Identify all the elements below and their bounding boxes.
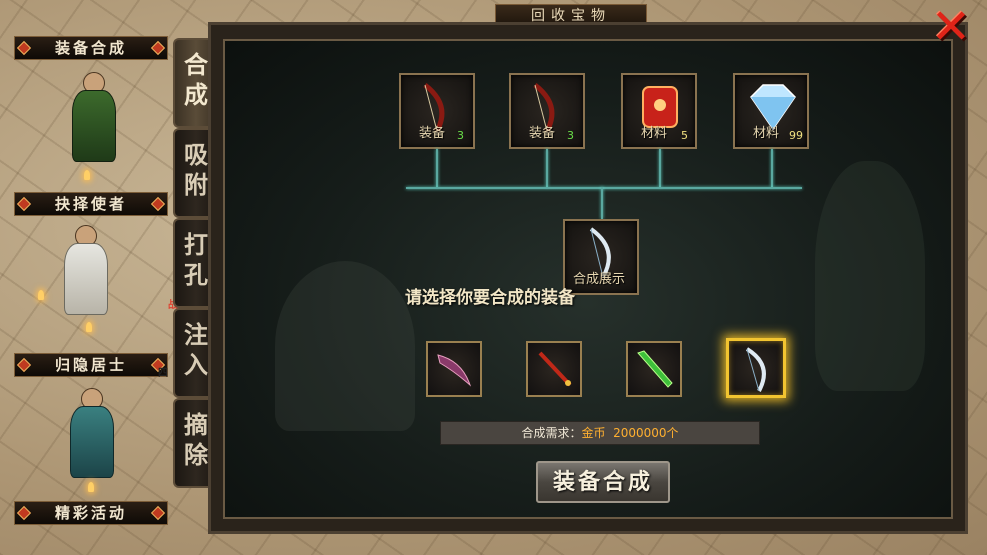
npc-figure-hermit[interactable]	[64, 388, 118, 478]
slot-label: 装备	[529, 126, 556, 141]
requirement-bar: 合成需求：金币 2000000个	[440, 421, 760, 445]
npc-figure-choice-envoy[interactable]	[58, 225, 112, 315]
slot-count: 5	[681, 129, 688, 142]
connector-line	[659, 149, 661, 187]
candle-icon	[86, 322, 92, 332]
equipment-choice-1[interactable]	[426, 341, 482, 397]
candle-icon	[84, 170, 90, 180]
slot-label: 装备	[419, 126, 446, 141]
npc-label-hermit[interactable]: 归隐居士	[14, 353, 168, 377]
material-slot-4[interactable]: 材料 99	[733, 73, 809, 149]
connector-line	[601, 187, 603, 219]
background-statue	[815, 161, 925, 391]
slot-count: 99	[789, 129, 803, 142]
candle-icon	[88, 482, 94, 492]
selection-prompt: 请选择你要合成的装备	[405, 288, 575, 308]
candle-icon	[38, 290, 44, 300]
requirement-label: 合成需求：	[521, 426, 582, 440]
npc-label-synthesis[interactable]: 装备合成	[14, 36, 168, 60]
connector-line	[771, 149, 773, 187]
equipment-choice-4[interactable]	[726, 338, 786, 398]
npc-label-events[interactable]: 精彩活动	[14, 501, 168, 525]
requirement-amount: 2000000个	[613, 426, 679, 440]
slot-label: 材料	[641, 126, 668, 141]
side-text-fragment: 四	[158, 368, 168, 379]
material-slot-1[interactable]: 装备 3	[399, 73, 475, 149]
close-icon[interactable]: ✕	[928, 3, 974, 51]
npc-label-choice-envoy[interactable]: 抉择使者	[14, 192, 168, 216]
red-staff-icon	[538, 351, 572, 387]
material-slot-2[interactable]: 装备 3	[509, 73, 585, 149]
slot-label: 材料	[753, 126, 780, 141]
slot-count: 3	[457, 129, 464, 142]
equipment-choice-2[interactable]	[526, 341, 582, 397]
material-slot-3[interactable]: 材料 5	[621, 73, 697, 149]
green-dagger-icon	[637, 350, 673, 388]
connector-line	[546, 149, 548, 187]
connector-line	[406, 187, 802, 189]
connector-line	[436, 149, 438, 187]
requirement-currency: 金币	[581, 426, 606, 440]
slot-count: 3	[567, 129, 574, 142]
equipment-choice-3[interactable]	[626, 341, 682, 397]
npc-figure-synthesis[interactable]	[66, 72, 120, 162]
silver-bow-icon	[745, 347, 766, 392]
purple-blade-icon	[437, 354, 472, 387]
synthesize-button[interactable]: 装备合成	[536, 461, 670, 503]
